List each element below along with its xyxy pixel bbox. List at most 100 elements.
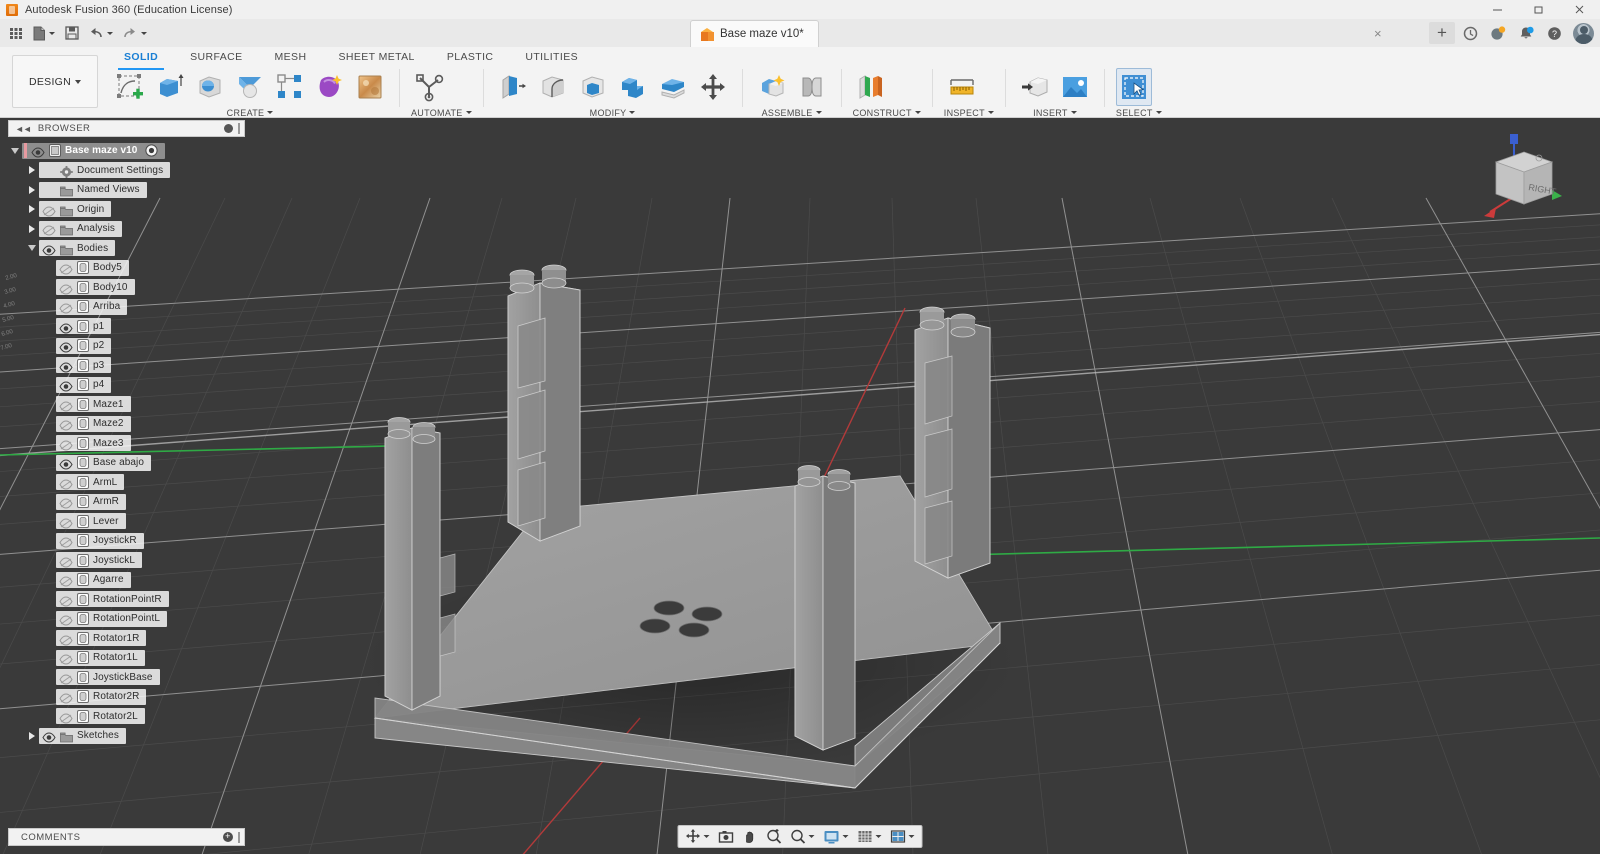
- ribbon-group-insert-label[interactable]: INSERT: [1017, 107, 1093, 118]
- visibility-eye-icon[interactable]: [59, 535, 73, 548]
- pattern-icon[interactable]: [272, 68, 308, 106]
- visibility-eye-icon[interactable]: [59, 340, 73, 353]
- browser-tree-row[interactable]: ArmL: [8, 473, 248, 493]
- browser-tree-row[interactable]: Maze3: [8, 434, 248, 454]
- browser-item[interactable]: p4: [56, 376, 112, 393]
- automate-icon[interactable]: [411, 68, 447, 106]
- browser-tree-row[interactable]: Named Views: [8, 180, 248, 200]
- clock-history-icon[interactable]: [1457, 22, 1483, 44]
- chevron-down-icon[interactable]: [107, 31, 113, 35]
- browser-tree-row[interactable]: Origin: [8, 200, 248, 220]
- look-at-icon[interactable]: [715, 826, 738, 847]
- visibility-eye-icon[interactable]: [59, 321, 73, 334]
- browser-item[interactable]: Named Views: [39, 181, 147, 198]
- tab-mesh[interactable]: MESH: [259, 50, 323, 68]
- tab-solid[interactable]: SOLID: [108, 50, 174, 70]
- visibility-eye-icon[interactable]: [59, 379, 73, 392]
- browser-tree-row[interactable]: Body10: [8, 278, 248, 298]
- browser-tree-row[interactable]: Rotator2L: [8, 707, 248, 727]
- browser-item[interactable]: ArmL: [56, 474, 125, 491]
- browser-tree-row[interactable]: p1: [8, 317, 248, 337]
- decal-icon[interactable]: [352, 68, 388, 106]
- joint-icon[interactable]: [794, 68, 830, 106]
- pan-icon[interactable]: [739, 826, 762, 847]
- new-component-icon[interactable]: [754, 68, 790, 106]
- tab-utilities[interactable]: UTILITIES: [509, 50, 594, 68]
- browser-tree-row[interactable]: Rotator1L: [8, 648, 248, 668]
- insert-image-icon[interactable]: [1057, 68, 1093, 106]
- collapse-arrow-icon[interactable]: [8, 147, 22, 154]
- chevron-down-icon[interactable]: [808, 835, 815, 838]
- add-comment-icon[interactable]: +: [223, 832, 233, 842]
- browser-tree-row[interactable]: Maze1: [8, 395, 248, 415]
- browser-item[interactable]: JoystickL: [56, 552, 143, 569]
- browser-item[interactable]: Body5: [56, 259, 129, 276]
- visibility-eye-icon[interactable]: [59, 477, 73, 490]
- browser-item[interactable]: Lever: [56, 513, 126, 530]
- browser-item[interactable]: Rotator1R: [56, 630, 147, 647]
- browser-tree-row[interactable]: Document Settings: [8, 161, 248, 181]
- shell-icon[interactable]: [575, 68, 611, 106]
- revolve-icon[interactable]: [192, 68, 228, 106]
- browser-item[interactable]: Base abajo: [56, 454, 152, 471]
- create-sketch-icon[interactable]: [112, 68, 148, 106]
- display-settings-icon[interactable]: [820, 826, 853, 847]
- visibility-eye-icon[interactable]: [59, 301, 73, 314]
- visibility-eye-icon[interactable]: [59, 262, 73, 275]
- ribbon-group-construct-label[interactable]: CONSTRUCT: [853, 107, 921, 118]
- browser-item[interactable]: Arriba: [56, 298, 128, 315]
- visibility-eye-icon[interactable]: [42, 730, 56, 743]
- visibility-eye-icon[interactable]: [59, 633, 73, 646]
- expand-arrow-icon[interactable]: [25, 224, 39, 233]
- ribbon-group-select-label[interactable]: SELECT: [1116, 107, 1162, 118]
- sweep-icon[interactable]: [232, 68, 268, 106]
- visibility-eye-icon[interactable]: [42, 223, 56, 236]
- zoom-window-icon[interactable]: [763, 826, 786, 847]
- panel-grip-icon[interactable]: [238, 831, 240, 843]
- browser-tree-row[interactable]: p2: [8, 336, 248, 356]
- insert-derive-icon[interactable]: [1017, 68, 1053, 106]
- chevron-down-icon[interactable]: [49, 31, 55, 35]
- browser-tree-row[interactable]: Base abajo: [8, 453, 248, 473]
- visibility-eye-icon[interactable]: [59, 399, 73, 412]
- visibility-eye-icon[interactable]: [31, 145, 45, 158]
- browser-item[interactable]: Sketches: [39, 727, 126, 744]
- user-avatar[interactable]: [1573, 22, 1594, 44]
- panel-grip-icon[interactable]: [238, 123, 240, 134]
- browser-item[interactable]: RotationPointL: [56, 610, 168, 627]
- browser-item[interactable]: Analysis: [39, 220, 123, 237]
- visibility-eye-icon[interactable]: [59, 652, 73, 665]
- undo-icon[interactable]: [85, 23, 117, 44]
- ribbon-group-inspect-label[interactable]: INSPECT: [944, 107, 994, 118]
- expand-arrow-icon[interactable]: [25, 731, 39, 740]
- document-tab-close-icon[interactable]: ×: [1374, 27, 1382, 40]
- minimize-icon[interactable]: [1477, 0, 1518, 19]
- browser-item[interactable]: Rotator2R: [56, 688, 147, 705]
- fillet-icon[interactable]: [535, 68, 571, 106]
- browser-tree-row[interactable]: p3: [8, 356, 248, 376]
- visibility-eye-icon[interactable]: [59, 594, 73, 607]
- browser-item[interactable]: JoystickBase: [56, 669, 160, 686]
- browser-item[interactable]: Agarre: [56, 571, 131, 588]
- view-cube[interactable]: RIGHT: [1466, 124, 1576, 224]
- browser-item[interactable]: Maze3: [56, 435, 131, 452]
- browser-item[interactable]: Rotator2L: [56, 708, 145, 725]
- browser-item[interactable]: Origin: [39, 201, 112, 218]
- browser-tree-row[interactable]: Sketches: [8, 726, 248, 746]
- tab-plastic[interactable]: PLASTIC: [431, 50, 510, 68]
- shape-generator-icon[interactable]: [312, 68, 348, 106]
- select-window-icon[interactable]: [1115, 68, 1152, 106]
- collapse-arrow-icon[interactable]: [25, 245, 39, 252]
- browser-tree-row[interactable]: JoystickBase: [8, 668, 248, 688]
- new-tab-button[interactable]: +: [1429, 22, 1455, 44]
- browser-item[interactable]: Body10: [56, 279, 135, 296]
- visibility-eye-icon[interactable]: [59, 516, 73, 529]
- visibility-eye-icon[interactable]: [59, 496, 73, 509]
- browser-tree-row[interactable]: RotationPointR: [8, 590, 248, 610]
- extensions-icon[interactable]: [1485, 22, 1511, 44]
- collapse-left-icon[interactable]: ◄◄: [15, 124, 32, 134]
- visibility-eye-icon[interactable]: [59, 691, 73, 704]
- browser-tree-row[interactable]: Base maze v10: [8, 141, 248, 161]
- expand-arrow-icon[interactable]: [25, 166, 39, 175]
- browser-item[interactable]: Rotator1L: [56, 649, 145, 666]
